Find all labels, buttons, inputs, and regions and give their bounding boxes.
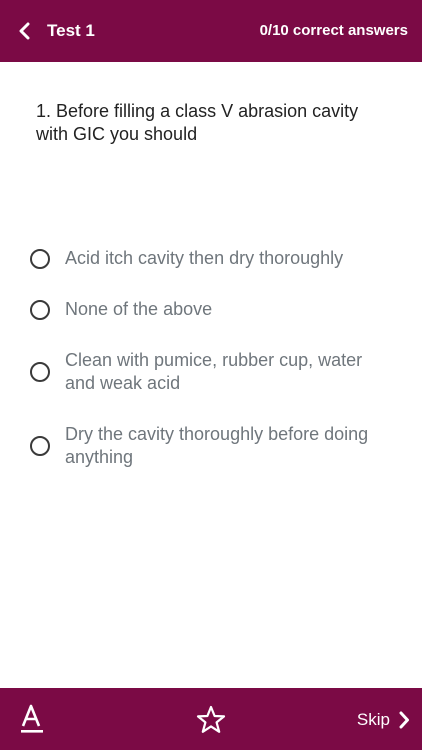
page-title: Test 1 <box>47 21 95 40</box>
question-text: 1. Before filling a class V abrasion cav… <box>36 101 359 144</box>
answer-option-label: Dry the cavity thoroughly before doing a… <box>65 424 369 467</box>
favorite-button[interactable] <box>195 704 227 736</box>
app-header: Test 1 0/10 correct answers <box>0 0 422 62</box>
answer-option-label: None of the above <box>65 299 213 319</box>
radio-button[interactable] <box>30 436 50 456</box>
answer-option-label: Acid itch cavity then dry thoroughly <box>65 248 344 268</box>
font-size-icon <box>21 704 43 733</box>
star-outline-icon <box>196 705 226 733</box>
font-size-button[interactable] <box>18 702 48 736</box>
score-counter: 0/10 correct answers <box>259 22 408 39</box>
chevron-left-icon <box>19 22 30 40</box>
answer-option-3[interactable]: Clean with pumice, rubber cup, water and… <box>30 349 400 395</box>
back-button[interactable] <box>10 16 40 46</box>
radio-button[interactable] <box>30 248 50 269</box>
answer-option-label: Clean with pumice, rubber cup, water and… <box>65 350 363 393</box>
answer-option-4[interactable]: Dry the cavity thoroughly before doing a… <box>30 423 400 469</box>
answer-option-2[interactable]: None of the above <box>30 298 400 321</box>
answer-option-1[interactable]: Acid itch cavity then dry thoroughly <box>30 247 400 270</box>
radio-button[interactable] <box>30 362 50 382</box>
skip-button[interactable]: Skip <box>357 708 410 732</box>
radio-button[interactable] <box>30 299 50 320</box>
bottom-toolbar: Skip <box>0 688 422 750</box>
chevron-right-icon <box>399 711 409 729</box>
skip-label: Skip <box>356 710 390 729</box>
